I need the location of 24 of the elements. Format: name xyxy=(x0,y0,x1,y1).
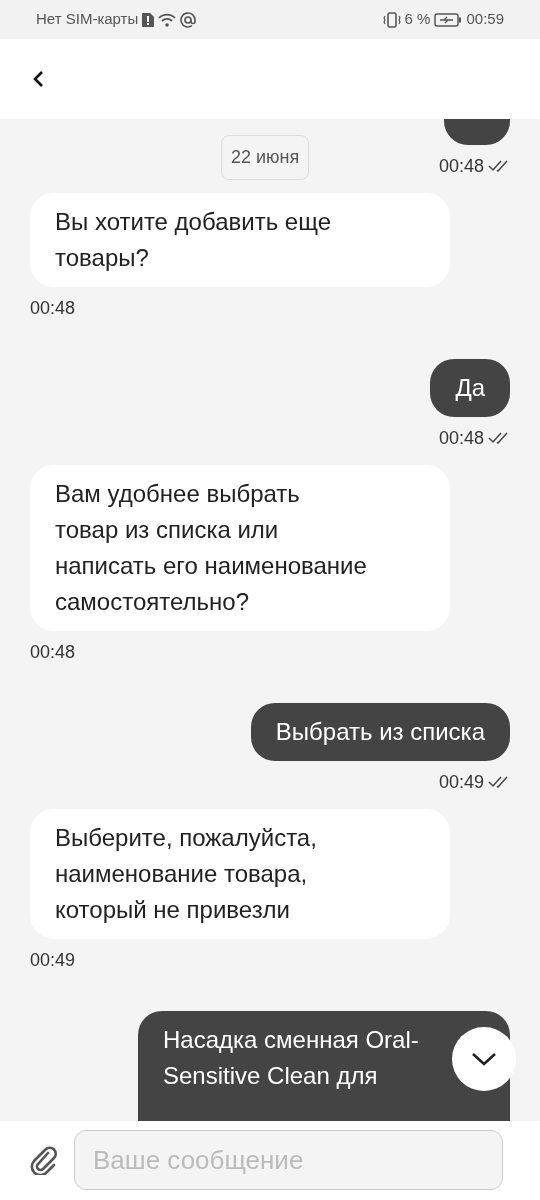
battery-percent: 6 % xyxy=(404,9,431,30)
message-time: 00:48 xyxy=(438,154,484,177)
message-input-field[interactable]: Ваше сообщение xyxy=(74,1130,503,1191)
battery-charging-icon xyxy=(434,12,463,27)
chevron-down-icon xyxy=(471,1051,497,1066)
vibrate-icon xyxy=(382,11,401,28)
message-time: 00:48 xyxy=(438,426,484,449)
message-time: 00:49 xyxy=(438,770,484,793)
message-time: 00:48 xyxy=(30,640,76,663)
date-chip: 22 июня xyxy=(221,134,310,180)
message-bubble: Выберите, пожалуйста, наименование товара, который не привезли xyxy=(30,808,450,939)
message-bubble: Вы хотите добавить еще товары? xyxy=(30,192,450,287)
wifi-icon xyxy=(158,12,177,27)
at-sign-icon xyxy=(180,11,197,28)
paperclip-icon[interactable] xyxy=(30,1145,58,1176)
message-time: 00:49 xyxy=(30,948,76,971)
message-time: 00:48 xyxy=(30,296,76,319)
message-bubble: Насадка сменная Oral- Sensitive Clean для xyxy=(138,1010,510,1121)
message-bubble: Да xyxy=(430,358,510,417)
message-bubble: Вам удобнее выбрать товар из списка или написать его наименование самостоятельно? xyxy=(30,464,450,631)
clock-time: 00:59 xyxy=(466,9,504,30)
sim-alert-icon xyxy=(142,12,155,27)
message-bubble: Выбрать из списка xyxy=(250,702,510,761)
carrier-text: Нет SIM-карты xyxy=(36,9,139,30)
